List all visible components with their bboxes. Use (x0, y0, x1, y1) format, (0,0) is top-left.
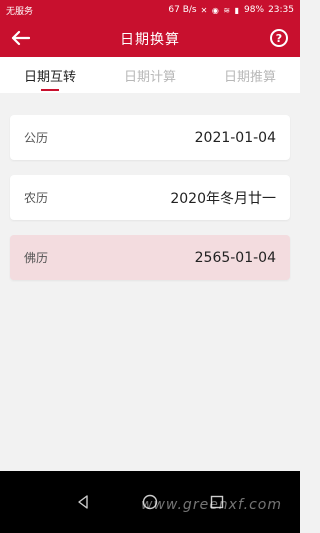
main-content: 公历 2021-01-04 农历 2020年冬月廿一 佛历 2565-01-04 (0, 93, 300, 471)
status-bar: 无服务 67 B/s ✕ ◉ ≋ ▮ 98% 23:35 (0, 0, 300, 20)
back-arrow-icon (11, 30, 30, 46)
lunar-date-card[interactable]: 农历 2020年冬月廿一 (10, 175, 290, 220)
card-label: 佛历 (24, 251, 49, 265)
page-title: 日期换算 (120, 31, 180, 48)
app-bar: 日期换算 ? (0, 20, 300, 57)
help-icon: ? (275, 31, 283, 45)
battery-icon: ▮ (234, 5, 241, 15)
tab-date-infer[interactable]: 日期推算 (200, 57, 300, 93)
triangle-back-icon (78, 495, 89, 509)
card-label: 农历 (24, 191, 49, 205)
eye-icon: ◉ (211, 5, 220, 15)
gregorian-date-card[interactable]: 公历 2021-01-04 (10, 115, 290, 160)
buddhist-date-card[interactable]: 佛历 2565-01-04 (10, 235, 290, 280)
tab-date-convert[interactable]: 日期互转 (0, 57, 100, 93)
clock: 23:35 (268, 5, 294, 15)
tab-bar: 日期互转 日期计算 日期推算 (0, 57, 300, 93)
card-value: 2021-01-04 (194, 129, 276, 146)
battery-percent: 98% (244, 5, 265, 15)
status-icons: ✕ ◉ ≋ ▮ (201, 6, 240, 15)
card-value: 2565-01-04 (194, 249, 276, 266)
carrier-text: 无服务 (6, 6, 34, 17)
watermark: www.greenxf.com (141, 497, 282, 513)
network-speed: 67 B/s (168, 5, 197, 15)
status-right: 67 B/s ✕ ◉ ≋ ▮ 98% 23:35 (168, 5, 294, 15)
mute-icon: ✕ (200, 5, 209, 15)
tab-date-calculate[interactable]: 日期计算 (100, 57, 200, 93)
wifi-icon: ≋ (223, 5, 232, 15)
nav-back-button[interactable] (73, 492, 93, 512)
back-button[interactable] (8, 28, 32, 48)
help-button[interactable]: ? (270, 29, 288, 47)
card-label: 公历 (24, 131, 49, 145)
card-value: 2020年冬月廿一 (170, 190, 276, 207)
